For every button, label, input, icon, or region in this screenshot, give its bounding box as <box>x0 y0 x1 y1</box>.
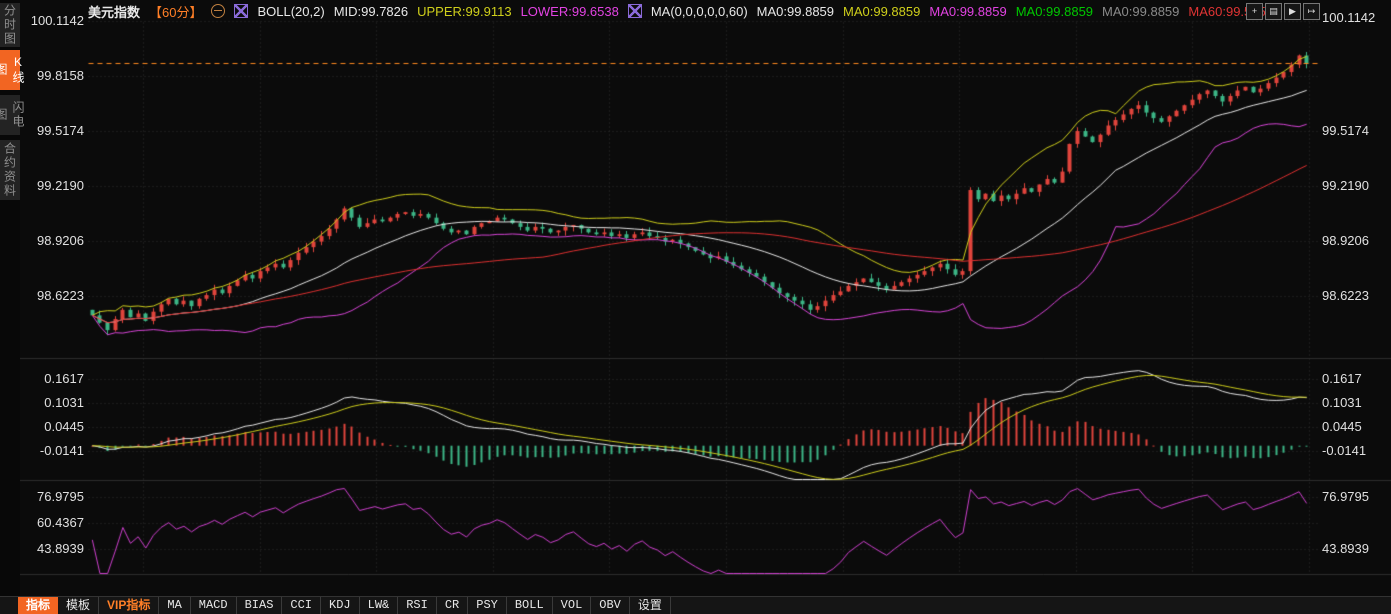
ma0-value: MA0:99.8859 <box>757 4 834 19</box>
boll-upper-value: UPPER:99.9113 <box>417 4 511 19</box>
tab-obv[interactable]: OBV <box>591 597 630 614</box>
crosshair-icon[interactable]: + <box>1246 3 1263 20</box>
y-tick: 0.1617 <box>1322 371 1362 387</box>
tab-indicator[interactable]: 指标 <box>18 597 58 614</box>
ma0-value: MA0:99.8859 <box>1102 4 1179 19</box>
tab-kdj[interactable]: KDJ <box>321 597 360 614</box>
tab-template[interactable]: 模板 <box>58 597 99 614</box>
y-tick: 100.1142 <box>1322 10 1375 26</box>
tab-settings[interactable]: 设置 <box>630 597 671 614</box>
y-tick: 76.9795 <box>1322 489 1369 505</box>
y-tick: 99.5174 <box>1322 123 1369 139</box>
y-tick: 43.8939 <box>1322 541 1369 557</box>
kline-chart-canvas[interactable] <box>0 0 1391 614</box>
tab-lwr[interactable]: LW& <box>360 597 399 614</box>
tab-cr[interactable]: CR <box>437 597 468 614</box>
shift-right-icon[interactable]: ↦ <box>1303 3 1320 20</box>
sidebar-item-contract-info[interactable]: 合约资料 <box>0 140 20 200</box>
sidebar-item-label: 分时图 <box>2 4 19 46</box>
left-tab-rail: 分时图 K线图 闪电图 合约资料 <box>0 0 20 614</box>
boll-indicator-icon[interactable] <box>234 4 248 18</box>
sidebar-item-kline-chart[interactable]: K线图 <box>0 50 20 90</box>
y-tick: 0.1031 <box>1322 395 1362 411</box>
boll-lower-value: LOWER:99.6538 <box>521 4 619 19</box>
tab-cci[interactable]: CCI <box>282 597 321 614</box>
sidebar-item-flash-chart[interactable]: 闪电图 <box>0 95 20 135</box>
indicator-header: 美元指数 【60分】 BOLL(20,2) MID:99.7826 UPPER:… <box>88 3 1273 19</box>
tab-vol[interactable]: VOL <box>553 597 592 614</box>
minus-circle-icon[interactable] <box>211 4 225 18</box>
boll-mid-value: MID:99.7826 <box>334 4 408 19</box>
ma-name: MA(0,0,0,0,0,60) <box>651 4 748 19</box>
period-tag: 【60分】 <box>149 2 202 21</box>
y-tick: 98.6223 <box>1322 288 1369 304</box>
sidebar-item-label: 闪电图 <box>0 95 27 135</box>
sidebar-item-time-chart[interactable]: 分时图 <box>0 3 20 47</box>
tab-macd[interactable]: MACD <box>191 597 237 614</box>
tab-rsi[interactable]: RSI <box>398 597 437 614</box>
ma-indicator-icon[interactable] <box>628 4 642 18</box>
trading-terminal-window: 分时图 K线图 闪电图 合约资料 美元指数 【60分】 BOLL(20,2) M… <box>0 0 1391 614</box>
tab-psy[interactable]: PSY <box>468 597 507 614</box>
tab-ma[interactable]: MA <box>159 597 190 614</box>
axis-scale-right-icon[interactable]: ▶ <box>1284 3 1301 20</box>
y-tick: 98.9206 <box>1322 233 1369 249</box>
sidebar-item-label: K线图 <box>0 50 27 90</box>
sidebar-item-label: 合约资料 <box>2 142 19 198</box>
ma0-value: MA0:99.8859 <box>929 4 1006 19</box>
ma0-value: MA0:99.8859 <box>843 4 920 19</box>
tab-boll[interactable]: BOLL <box>507 597 553 614</box>
ma0-value: MA0:99.8859 <box>1016 4 1093 19</box>
indicator-tab-bar: 指标 模板 VIP指标 MA MACD BIAS CCI KDJ LW& RSI… <box>0 596 1391 614</box>
y-tick: -0.0141 <box>1322 443 1366 459</box>
chart-toolbar: + ▤ ▶ ↦ <box>1246 3 1320 20</box>
symbol-title: 美元指数 <box>88 2 140 21</box>
y-tick: 0.0445 <box>1322 419 1362 435</box>
y-tick: 99.2190 <box>1322 178 1369 194</box>
tab-bias[interactable]: BIAS <box>237 597 283 614</box>
axis-scale-left-icon[interactable]: ▤ <box>1265 3 1282 20</box>
tab-vip-indicator[interactable]: VIP指标 <box>99 597 159 614</box>
boll-name: BOLL(20,2) <box>257 4 324 19</box>
